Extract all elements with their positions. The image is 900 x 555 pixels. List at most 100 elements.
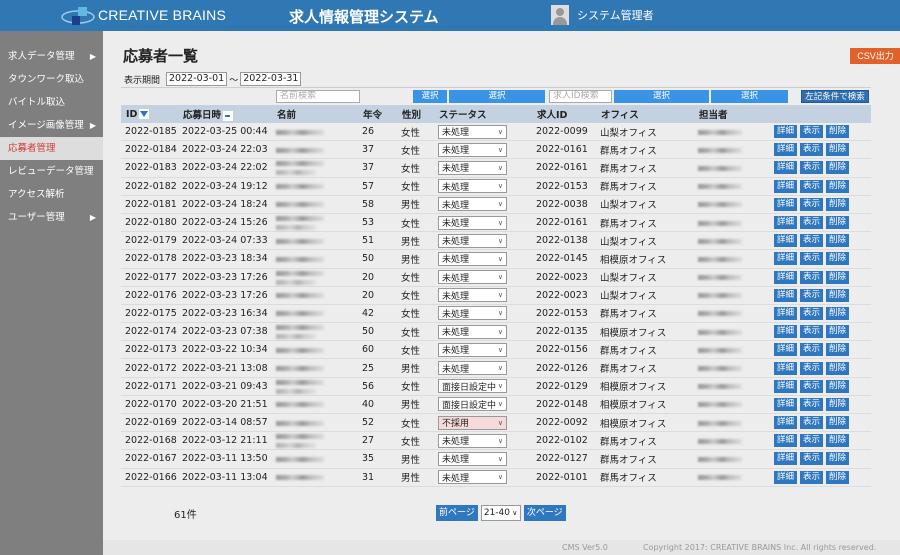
status-select[interactable]: 面接日設定中 ∨ [438, 379, 507, 394]
status-select[interactable]: 未処理 ∨ [438, 470, 507, 485]
sort-none-icon[interactable] [223, 110, 234, 121]
sort-desc-icon[interactable] [139, 109, 150, 119]
detail-button[interactable]: 詳細 [774, 161, 798, 175]
delete-button[interactable]: 削除 [826, 179, 850, 193]
filter-search-button[interactable]: 左記条件で検索 [801, 90, 869, 103]
detail-button[interactable]: 詳細 [774, 397, 798, 411]
status-select-button[interactable]: 選択 [449, 90, 545, 103]
status-select[interactable]: 未処理 ∨ [438, 306, 507, 321]
view-button[interactable]: 表示 [800, 197, 824, 211]
csv-export-button[interactable]: CSV出力 [850, 48, 900, 64]
delete-button[interactable]: 削除 [826, 397, 850, 411]
view-button[interactable]: 表示 [800, 234, 824, 248]
delete-button[interactable]: 削除 [826, 197, 850, 211]
status-select[interactable]: 未処理 ∨ [438, 342, 507, 357]
assignee-select-button[interactable]: 選択 [711, 90, 788, 103]
status-select[interactable]: 未処理 ∨ [438, 324, 507, 339]
delete-button[interactable]: 削除 [826, 470, 850, 484]
status-select[interactable]: 未処理 ∨ [438, 288, 507, 303]
sidebar-item[interactable]: イメージ画像管理 ▶ [0, 114, 103, 137]
detail-button[interactable]: 詳細 [774, 452, 798, 466]
view-button[interactable]: 表示 [800, 325, 824, 339]
status-select[interactable]: 未処理 ∨ [438, 179, 507, 194]
view-button[interactable]: 表示 [800, 252, 824, 266]
age-select-button[interactable]: 選択 [413, 90, 447, 103]
status-select[interactable]: 未処理 ∨ [438, 270, 507, 285]
status-select[interactable]: 面接日設定中 ∨ [438, 397, 507, 412]
detail-button[interactable]: 詳細 [774, 434, 798, 448]
period-from-input[interactable]: 2022-03-01 [166, 72, 228, 86]
delete-button[interactable]: 削除 [826, 416, 850, 430]
delete-button[interactable]: 削除 [826, 234, 850, 248]
status-select[interactable]: 未処理 ∨ [438, 215, 507, 230]
delete-button[interactable]: 削除 [826, 325, 850, 339]
delete-button[interactable]: 削除 [826, 434, 850, 448]
sidebar-item[interactable]: アクセス解析 [0, 183, 103, 206]
detail-button[interactable]: 詳細 [774, 234, 798, 248]
col-id[interactable]: ID [121, 105, 178, 123]
view-button[interactable]: 表示 [800, 379, 824, 393]
page-range-select[interactable]: 21-40 ∨ [480, 505, 521, 521]
office-select-button[interactable]: 選択 [614, 90, 709, 103]
delete-button[interactable]: 削除 [826, 288, 850, 302]
sidebar-item[interactable]: バイトル取込 [0, 91, 103, 114]
status-select[interactable]: 未処理 ∨ [438, 433, 507, 448]
sidebar-item[interactable]: 求人データ管理 ▶ [0, 45, 103, 68]
delete-button[interactable]: 削除 [826, 452, 850, 466]
detail-button[interactable]: 詳細 [774, 252, 798, 266]
delete-button[interactable]: 削除 [826, 252, 850, 266]
view-button[interactable]: 表示 [800, 125, 824, 139]
view-button[interactable]: 表示 [800, 306, 824, 320]
detail-button[interactable]: 詳細 [774, 416, 798, 430]
next-page-button[interactable]: 次ページ [523, 505, 566, 521]
view-button[interactable]: 表示 [800, 179, 824, 193]
sidebar-item[interactable]: ユーザー管理 ▶ [0, 206, 103, 229]
view-button[interactable]: 表示 [800, 397, 824, 411]
view-button[interactable]: 表示 [800, 434, 824, 448]
delete-button[interactable]: 削除 [826, 343, 850, 357]
detail-button[interactable]: 詳細 [774, 216, 798, 230]
detail-button[interactable]: 詳細 [774, 270, 798, 284]
delete-button[interactable]: 削除 [826, 125, 850, 139]
view-button[interactable]: 表示 [800, 343, 824, 357]
delete-button[interactable]: 削除 [826, 361, 850, 375]
view-button[interactable]: 表示 [800, 361, 824, 375]
view-button[interactable]: 表示 [800, 288, 824, 302]
view-button[interactable]: 表示 [800, 216, 824, 230]
sidebar-item[interactable]: タウンワーク取込 [0, 68, 103, 91]
status-select[interactable]: 未処理 ∨ [438, 251, 507, 266]
view-button[interactable]: 表示 [800, 270, 824, 284]
detail-button[interactable]: 詳細 [774, 179, 798, 193]
sidebar-item[interactable]: レビューデータ管理 [0, 160, 103, 183]
delete-button[interactable]: 削除 [826, 216, 850, 230]
detail-button[interactable]: 詳細 [774, 325, 798, 339]
detail-button[interactable]: 詳細 [774, 343, 798, 357]
status-select[interactable]: 未処理 ∨ [438, 361, 507, 376]
status-select[interactable]: 未処理 ∨ [438, 124, 507, 139]
delete-button[interactable]: 削除 [826, 270, 850, 284]
detail-button[interactable]: 詳細 [774, 379, 798, 393]
status-select[interactable]: 未処理 ∨ [438, 233, 507, 248]
prev-page-button[interactable]: 前ページ [436, 505, 478, 521]
delete-button[interactable]: 削除 [826, 379, 850, 393]
detail-button[interactable]: 詳細 [774, 470, 798, 484]
job-id-search-input[interactable]: 求人ID検索 [549, 90, 612, 103]
detail-button[interactable]: 詳細 [774, 197, 798, 211]
detail-button[interactable]: 詳細 [774, 288, 798, 302]
view-button[interactable]: 表示 [800, 452, 824, 466]
user-menu[interactable]: システム管理者 [551, 5, 654, 25]
status-select[interactable]: 未処理 ∨ [438, 451, 507, 466]
period-to-input[interactable]: 2022-03-31 [240, 72, 302, 86]
status-select[interactable]: 未処理 ∨ [438, 142, 507, 157]
detail-button[interactable]: 詳細 [774, 306, 798, 320]
status-select[interactable]: 未処理 ∨ [438, 197, 507, 212]
view-button[interactable]: 表示 [800, 143, 824, 157]
detail-button[interactable]: 詳細 [774, 143, 798, 157]
name-search-input[interactable]: 名前検索 [276, 90, 360, 103]
sidebar-item[interactable]: 応募者管理 [0, 137, 103, 160]
view-button[interactable]: 表示 [800, 161, 824, 175]
delete-button[interactable]: 削除 [826, 143, 850, 157]
delete-button[interactable]: 削除 [826, 161, 850, 175]
delete-button[interactable]: 削除 [826, 306, 850, 320]
status-select[interactable]: 未処理 ∨ [438, 160, 507, 175]
